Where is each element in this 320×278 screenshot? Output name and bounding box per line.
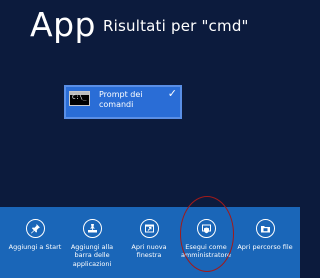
taskbar-pin-icon [82,219,102,238]
pin-to-taskbar-label-line1: Aggiungi alla [70,243,114,251]
pin-to-start-label: Aggiungi a Start [6,243,64,251]
search-results-label: Risultati per "cmd" [103,17,249,35]
icon-prompt-glyph: C:\_ [72,94,87,101]
checkmark-icon: ✓ [167,87,177,100]
run-as-admin-label: Esegui come amministratore [177,243,235,260]
open-file-location-label-line1: Apri percorso file [237,243,293,251]
run-as-admin-icon [196,219,216,238]
pin-icon [25,219,45,238]
pin-to-taskbar-button[interactable]: Aggiungi alla barra delle applicazioni [63,207,121,278]
command-prompt-icon: C:\_ [69,91,90,106]
result-tile-command-prompt[interactable]: C:\_ Prompt dei comandi ✓ [64,85,182,119]
open-file-location-icon [255,219,275,238]
pin-to-taskbar-label: Aggiungi alla barra delle applicazioni [63,243,121,268]
pin-to-taskbar-label-line3: applicazioni [72,259,112,268]
pin-to-taskbar-label-line2: barra delle [74,251,110,260]
open-new-window-label-line1: Apri nuova [131,243,167,251]
start-screen: App Risultati per "cmd" C:\_ Prompt dei … [0,0,300,278]
app-bar: Aggiungi a Start Aggiungi alla barra del… [0,207,300,278]
result-tile-label-line1: Prompt dei [99,90,143,99]
pin-to-start-label-line1: Aggiungi a Start [8,243,62,251]
run-as-admin-label-line2: amministratore [180,251,232,260]
open-new-window-button[interactable]: Apri nuova finestra [120,207,178,278]
open-file-location-button[interactable]: Apri percorso file [236,207,294,278]
pin-to-start-button[interactable]: Aggiungi a Start [6,207,64,278]
run-as-admin-button[interactable]: Esegui come amministratore [177,207,235,278]
page-title: App [30,5,96,44]
new-window-icon [139,219,159,238]
result-tile-label-line2: comandi [99,100,134,109]
open-new-window-label-line2: finestra [136,251,162,260]
open-new-window-label: Apri nuova finestra [120,243,178,260]
open-file-location-label: Apri percorso file [236,243,294,251]
run-as-admin-label-line1: Esegui come [185,243,227,251]
result-tile-label: Prompt dei comandi [99,90,165,110]
